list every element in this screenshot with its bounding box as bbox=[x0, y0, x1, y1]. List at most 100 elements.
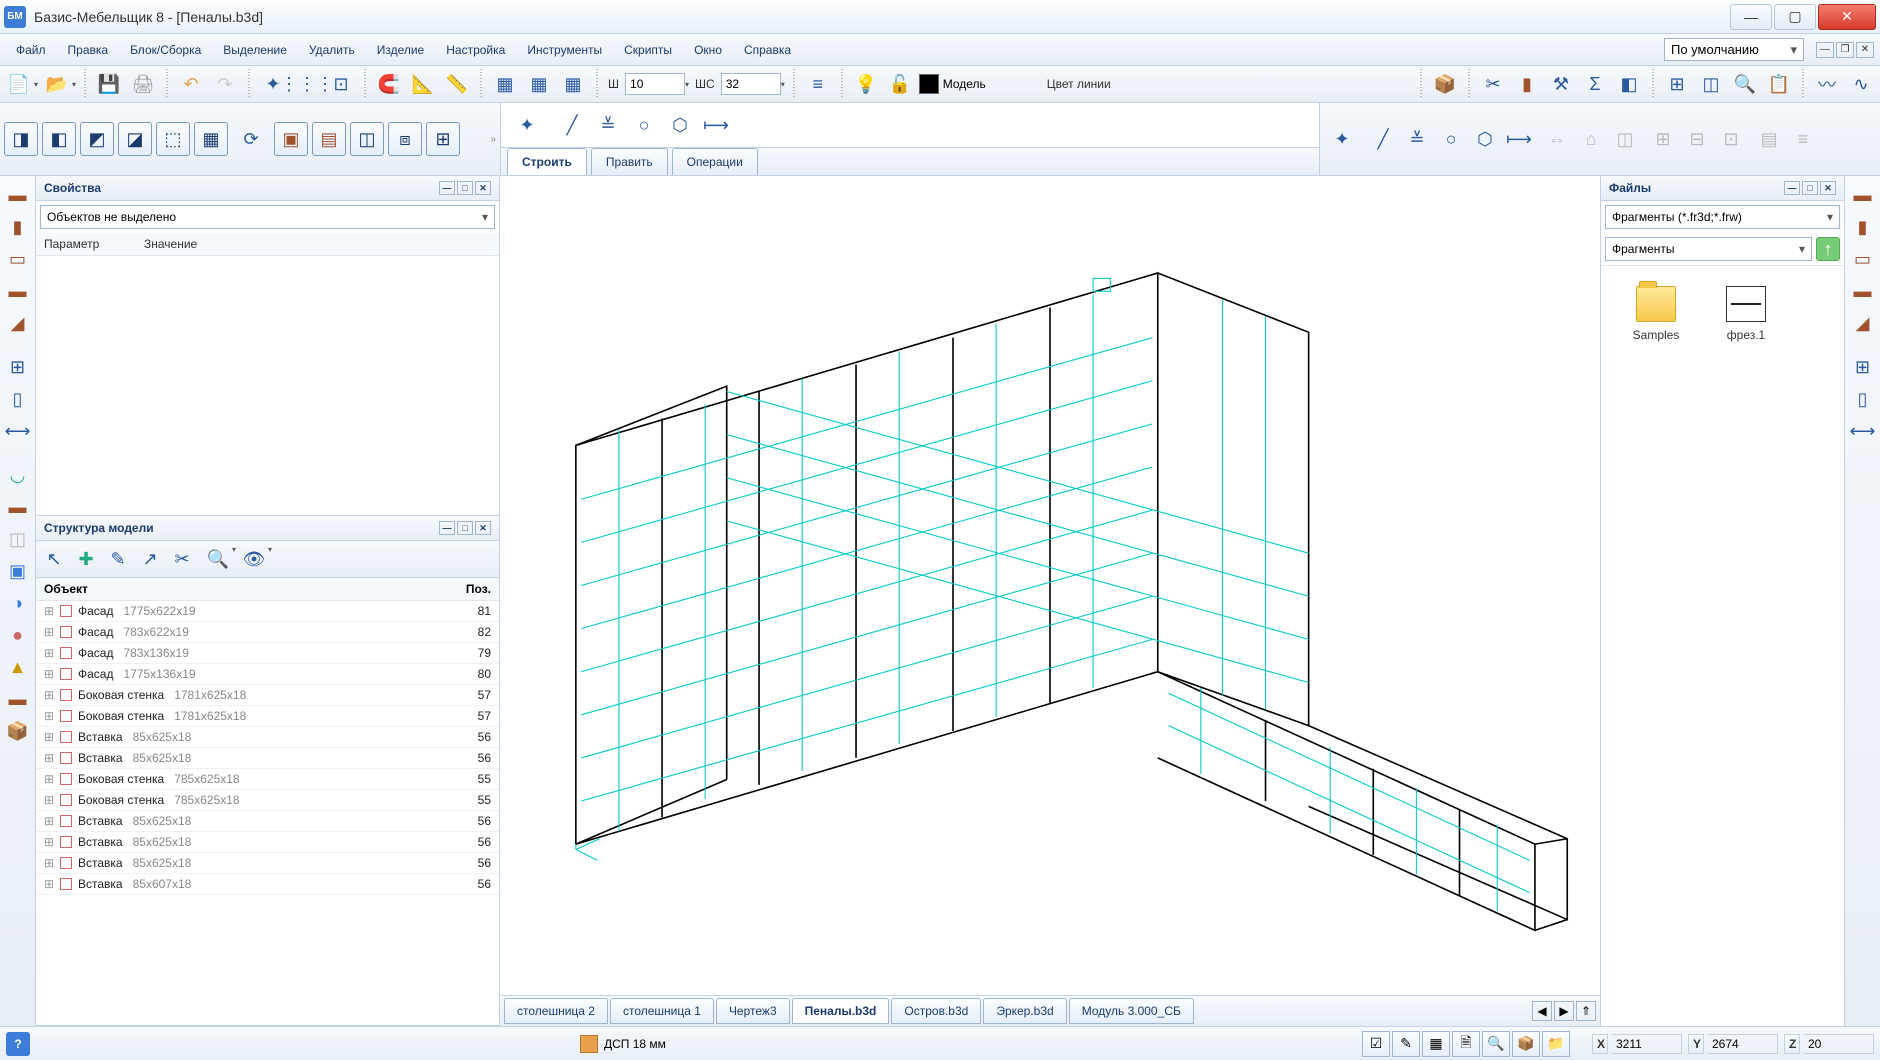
array3-icon[interactable]: ⊡ bbox=[1716, 124, 1746, 154]
minimize-button[interactable]: — bbox=[1730, 4, 1772, 30]
doc-tab[interactable]: Модуль 3.000_СБ bbox=[1069, 998, 1194, 1024]
stat-grid-icon[interactable]: ▦ bbox=[1422, 1031, 1450, 1057]
doc-tab[interactable]: Эркер.b3d bbox=[983, 998, 1066, 1024]
vdim-icon[interactable]: ⟷ bbox=[3, 416, 33, 446]
selection-dropdown[interactable]: Объектов не выделено bbox=[40, 205, 495, 229]
layout-dropdown[interactable]: По умолчанию bbox=[1664, 38, 1804, 61]
stat-find-icon[interactable]: 🔍 bbox=[1482, 1031, 1510, 1057]
menu-delete[interactable]: Удалить bbox=[299, 38, 365, 62]
menu-selection[interactable]: Выделение bbox=[213, 38, 297, 62]
panel-close-icon[interactable]: ✕ bbox=[475, 181, 491, 195]
list1-icon[interactable]: ▦ bbox=[490, 69, 520, 99]
structure-row[interactable]: ⊞Вставка85x625x1856 bbox=[36, 811, 499, 832]
solid1-icon[interactable]: ▣ bbox=[274, 122, 308, 156]
layers-icon[interactable]: ≡ bbox=[803, 69, 833, 99]
varc-icon[interactable]: ◡ bbox=[3, 460, 33, 490]
menu-edit[interactable]: Правка bbox=[58, 38, 119, 62]
panel-min-icon[interactable]: — bbox=[439, 181, 455, 195]
tab-build[interactable]: Строить bbox=[507, 148, 587, 175]
spanel-min-icon[interactable]: — bbox=[439, 521, 455, 535]
vpanel-icon[interactable]: ▬ bbox=[3, 180, 33, 210]
tab-edit[interactable]: Править bbox=[591, 148, 668, 175]
files-category-dropdown[interactable]: Фрагменты bbox=[1605, 237, 1812, 261]
file-item[interactable]: фрез.1 bbox=[1711, 286, 1781, 342]
fpanel-close-icon[interactable]: ✕ bbox=[1820, 181, 1836, 195]
menu-block[interactable]: Блок/Сборка bbox=[120, 38, 211, 62]
vpanel5-icon[interactable]: ◢ bbox=[3, 308, 33, 338]
view-multi-icon[interactable]: ▦ bbox=[194, 122, 228, 156]
box-icon[interactable]: 📦 bbox=[1430, 69, 1460, 99]
files-filter-dropdown[interactable]: Фрагменты (*.fr3d;*.frw) bbox=[1605, 205, 1840, 229]
doc-tab[interactable]: Остров.b3d bbox=[891, 998, 981, 1024]
spanel-max-icon[interactable]: □ bbox=[457, 521, 473, 535]
undo-icon[interactable]: ↶ bbox=[176, 69, 206, 99]
overflow-icon[interactable]: » bbox=[490, 134, 496, 145]
close-button[interactable]: ✕ bbox=[1818, 4, 1876, 30]
maximize-button[interactable]: ▢ bbox=[1774, 4, 1816, 30]
ruler-icon[interactable]: 📏 bbox=[442, 69, 472, 99]
structure-row[interactable]: ⊞Вставка85x625x1856 bbox=[36, 853, 499, 874]
struct-prev-icon[interactable]: ↖ bbox=[40, 545, 68, 573]
panel-max-icon[interactable]: □ bbox=[457, 181, 473, 195]
vwallet-icon[interactable]: ▬ bbox=[3, 684, 33, 714]
menu-file[interactable]: Файл bbox=[6, 38, 56, 62]
view-persp-icon[interactable]: ⬚ bbox=[156, 122, 190, 156]
dim-icon[interactable]: ⟼ bbox=[701, 110, 731, 140]
zoom-fit-icon[interactable]: ⊞ bbox=[1662, 69, 1692, 99]
width-input[interactable] bbox=[625, 73, 685, 95]
menu-scripts[interactable]: Скрипты bbox=[614, 38, 682, 62]
r-panel3-icon[interactable]: ▭ bbox=[1848, 244, 1878, 274]
structure-row[interactable]: ⊞Вставка85x625x1856 bbox=[36, 727, 499, 748]
snap-icon[interactable]: ⊡ bbox=[326, 69, 356, 99]
house-icon[interactable]: ⌂ bbox=[1576, 124, 1606, 154]
vblock-icon[interactable]: ▣ bbox=[3, 556, 33, 586]
array1-icon[interactable]: ⊞ bbox=[1648, 124, 1678, 154]
vgrid-icon[interactable]: ⊞ bbox=[3, 352, 33, 382]
vsphere-icon[interactable]: ● bbox=[3, 620, 33, 650]
angle-icon[interactable]: 📐 bbox=[408, 69, 438, 99]
list3-icon[interactable]: ▦ bbox=[558, 69, 588, 99]
r-grid-icon[interactable]: ⊞ bbox=[1848, 352, 1878, 382]
zoom-icon[interactable]: 🔍 bbox=[1730, 69, 1760, 99]
spanel-close-icon[interactable]: ✕ bbox=[475, 521, 491, 535]
menu-product[interactable]: Изделие bbox=[367, 38, 435, 62]
display-style-dropdown[interactable]: Модель bbox=[943, 77, 1033, 91]
doc-tab[interactable]: Чертеж3 bbox=[716, 998, 790, 1024]
view-front-icon[interactable]: ◧ bbox=[42, 122, 76, 156]
doc-tab[interactable]: столешница 2 bbox=[504, 998, 608, 1024]
circle-icon[interactable]: ○ bbox=[629, 110, 659, 140]
stat-pen-icon[interactable]: ✎ bbox=[1392, 1031, 1420, 1057]
vruler-icon[interactable]: ▯ bbox=[3, 384, 33, 414]
help-icon[interactable]: ? bbox=[6, 1032, 30, 1056]
sigma-icon[interactable]: Σ bbox=[1580, 69, 1610, 99]
r-panel4-icon[interactable]: ▬ bbox=[1848, 276, 1878, 306]
up-folder-icon[interactable]: ↑ bbox=[1816, 237, 1840, 261]
vreflect-icon[interactable]: ◑ bbox=[3, 588, 33, 618]
structure-list[interactable]: ⊞Фасад1775x622x1981⊞Фасад783x622x1982⊞Фа… bbox=[36, 601, 499, 1025]
lock-icon[interactable]: 🔓 bbox=[885, 69, 915, 99]
line-icon[interactable]: ╱ bbox=[557, 110, 587, 140]
hexagon-icon[interactable]: ⬡ bbox=[665, 110, 695, 140]
array2-icon[interactable]: ⊟ bbox=[1682, 124, 1712, 154]
grid-icon[interactable]: ⋮⋮⋮ bbox=[292, 69, 322, 99]
structure-row[interactable]: ⊞Фасад783x622x1982 bbox=[36, 622, 499, 643]
axes3d2-icon[interactable]: ✦ bbox=[1324, 121, 1360, 157]
mdi-restore-icon[interactable]: ❐ bbox=[1836, 42, 1854, 58]
hex2-icon[interactable]: ⬡ bbox=[1470, 124, 1500, 154]
menu-tools[interactable]: Инструменты bbox=[517, 38, 612, 62]
struct-eye-icon[interactable]: 👁 bbox=[240, 545, 268, 573]
wire3-icon[interactable]: ⊞ bbox=[426, 122, 460, 156]
mdi-minimize-icon[interactable]: — bbox=[1816, 42, 1834, 58]
structure-row[interactable]: ⊞Фасад1775x136x1980 bbox=[36, 664, 499, 685]
structure-row[interactable]: ⊞Боковая стенка1781x625x1857 bbox=[36, 685, 499, 706]
clip-icon[interactable]: 📋 bbox=[1764, 69, 1794, 99]
axes3d-icon[interactable]: ✦ bbox=[509, 107, 545, 143]
3d-viewport[interactable] bbox=[500, 176, 1600, 995]
vpyramid-icon[interactable]: ▲ bbox=[3, 652, 33, 682]
vcube-icon[interactable]: ◫ bbox=[3, 524, 33, 554]
zoom-window-icon[interactable]: ◫ bbox=[1696, 69, 1726, 99]
curve2-icon[interactable]: ∿ bbox=[1846, 69, 1876, 99]
angle2-icon[interactable]: ≚ bbox=[1402, 124, 1432, 154]
struct-add-icon[interactable]: ✚ bbox=[72, 545, 100, 573]
vpanel3-icon[interactable]: ▭ bbox=[3, 244, 33, 274]
